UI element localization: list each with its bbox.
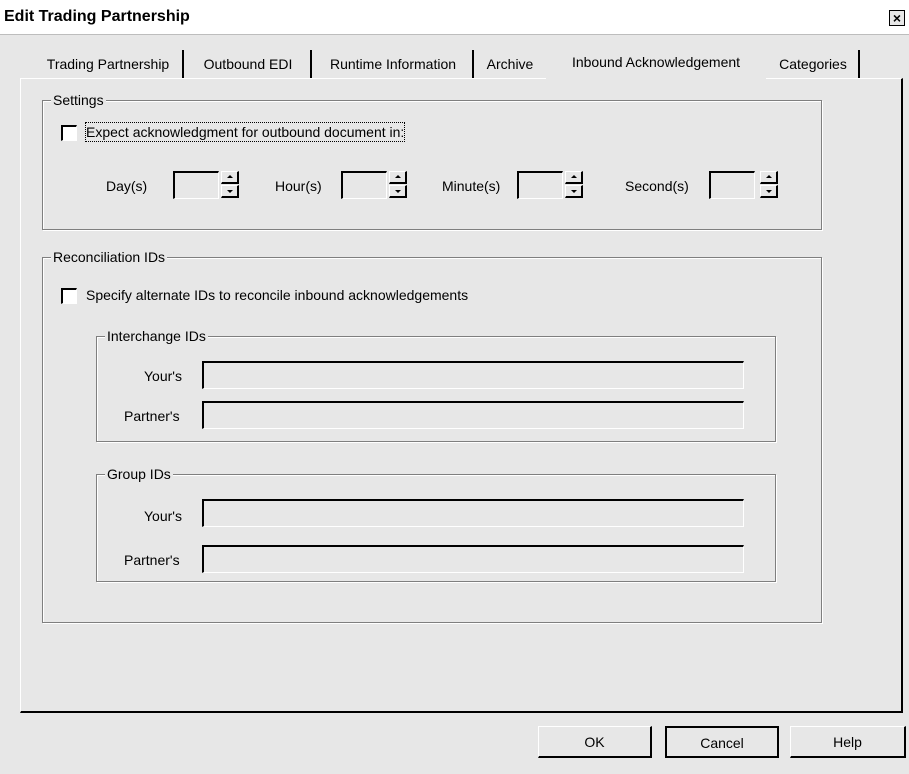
arrow-up-icon <box>227 175 233 178</box>
seconds-up-button[interactable] <box>760 171 778 184</box>
tab-outbound-edi[interactable]: Outbound EDI <box>186 50 312 78</box>
minutes-spinner[interactable] <box>565 171 583 199</box>
group-yours-field[interactable] <box>202 499 744 527</box>
tab-archive[interactable]: Archive <box>476 50 544 78</box>
interchange-legend: Interchange IDs <box>105 327 208 345</box>
arrow-down-icon <box>395 190 401 193</box>
arrow-up-icon <box>571 175 577 178</box>
days-label: Day(s) <box>106 178 148 194</box>
minutes-up-button[interactable] <box>565 171 583 184</box>
group-ids-legend: Group IDs <box>105 465 173 483</box>
ok-button[interactable]: OK <box>538 726 652 758</box>
interchange-yours-field[interactable] <box>202 361 744 389</box>
expect-ack-checkbox[interactable] <box>61 125 77 141</box>
seconds-down-button[interactable] <box>760 185 778 198</box>
interchange-yours-label: Your's <box>144 368 182 384</box>
cancel-button[interactable]: Cancel <box>665 726 779 758</box>
hours-spinner[interactable] <box>389 171 407 199</box>
hours-label: Hour(s) <box>275 178 322 194</box>
minutes-field[interactable] <box>517 171 563 199</box>
interchange-partners-field[interactable] <box>202 401 744 429</box>
tab-trading-partnership[interactable]: Trading Partnership <box>34 50 184 78</box>
days-field[interactable] <box>173 171 219 199</box>
title-bar: Edit Trading Partnership × <box>0 0 909 35</box>
alternate-ids-checkbox[interactable] <box>61 288 77 304</box>
tab-categories[interactable]: Categories <box>768 50 860 78</box>
dialog-window: Edit Trading Partnership × Trading Partn… <box>0 0 909 774</box>
days-down-button[interactable] <box>221 185 239 198</box>
tab-runtime-information[interactable]: Runtime Information <box>314 50 474 78</box>
arrow-down-icon <box>227 190 233 193</box>
hours-field[interactable] <box>341 171 387 199</box>
alternate-ids-label[interactable]: Specify alternate IDs to reconcile inbou… <box>86 286 468 304</box>
minutes-down-button[interactable] <box>565 185 583 198</box>
arrow-up-icon <box>766 175 772 178</box>
interchange-partners-label: Partner's <box>124 408 180 424</box>
arrow-down-icon <box>766 190 772 193</box>
help-button[interactable]: Help <box>790 726 906 758</box>
group-yours-label: Your's <box>144 508 182 524</box>
dialog-title: Edit Trading Partnership <box>4 8 190 25</box>
seconds-field[interactable] <box>709 171 755 199</box>
expect-ack-label[interactable]: Expect acknowledgment for outbound docum… <box>84 122 406 142</box>
minutes-label: Minute(s) <box>442 178 501 194</box>
settings-group: Settings <box>42 91 822 230</box>
hours-up-button[interactable] <box>389 171 407 184</box>
seconds-label: Second(s) <box>625 178 689 194</box>
days-spinner[interactable] <box>221 171 239 199</box>
arrow-up-icon <box>395 175 401 178</box>
days-up-button[interactable] <box>221 171 239 184</box>
group-partners-label: Partner's <box>124 552 180 568</box>
group-partners-field[interactable] <box>202 545 744 573</box>
seconds-spinner[interactable] <box>760 171 778 199</box>
settings-legend: Settings <box>51 91 106 109</box>
tab-inbound-acknowledgement[interactable]: Inbound Acknowledgement <box>546 44 766 80</box>
close-button[interactable]: × <box>889 10 905 26</box>
hours-down-button[interactable] <box>389 185 407 198</box>
arrow-down-icon <box>571 190 577 193</box>
reconciliation-legend: Reconciliation IDs <box>51 248 168 266</box>
